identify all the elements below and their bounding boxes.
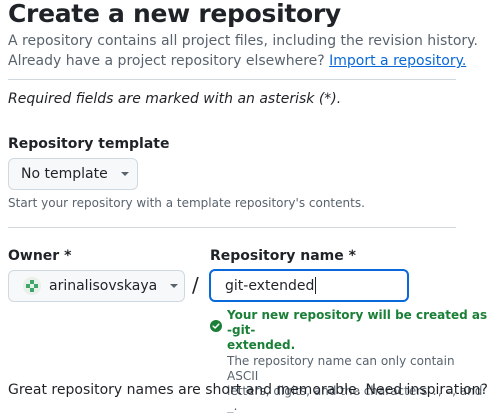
template-label: Repository template: [8, 136, 170, 152]
text-cursor: [315, 277, 317, 294]
template-select-button[interactable]: No template: [8, 158, 138, 190]
divider: [8, 79, 456, 80]
inspiration-text: Great repository names are short and mem…: [8, 382, 488, 398]
template-help-text: Start your repository with a template re…: [8, 196, 365, 210]
divider: [8, 227, 456, 228]
page-title: Create a new repository: [8, 0, 341, 28]
chevron-down-icon: [170, 284, 179, 288]
identicon-avatar-icon: [23, 277, 41, 295]
owner-select-value: arinalisovskaya: [49, 278, 158, 294]
required-fields-note: Required fields are marked with an aster…: [8, 91, 342, 107]
info-end: .: [233, 399, 238, 413]
success-message-line-1: Your new repository will be created as -…: [227, 308, 488, 337]
repository-name-input[interactable]: git-extended: [209, 269, 409, 302]
repository-name-label: Repository name *: [210, 248, 356, 264]
owner-repo-separator: /: [192, 273, 199, 297]
import-repository-link[interactable]: Import a repository.: [329, 53, 466, 69]
info-message-line-1: The repository name can only contain ASC…: [227, 354, 455, 383]
template-select-value: No template: [21, 166, 108, 182]
chevron-down-icon: [120, 172, 129, 176]
info-char-underscore: _: [227, 400, 234, 413]
owner-label: Owner *: [8, 248, 72, 264]
repository-name-value: git-extended: [225, 277, 315, 294]
repository-name-validation: Your new repository will be created as -…: [210, 308, 489, 414]
owner-select-button[interactable]: arinalisovskaya: [8, 270, 185, 302]
page-subtitle-line-2: Already have a project repository elsewh…: [8, 53, 466, 69]
page-subtitle-line-1: A repository contains all project files,…: [8, 33, 478, 49]
success-message-line-2: extended.: [227, 338, 296, 352]
subtitle-text: Already have a project repository elsewh…: [8, 53, 325, 69]
check-circle-icon: [210, 317, 222, 332]
owner-avatar: [23, 277, 41, 295]
